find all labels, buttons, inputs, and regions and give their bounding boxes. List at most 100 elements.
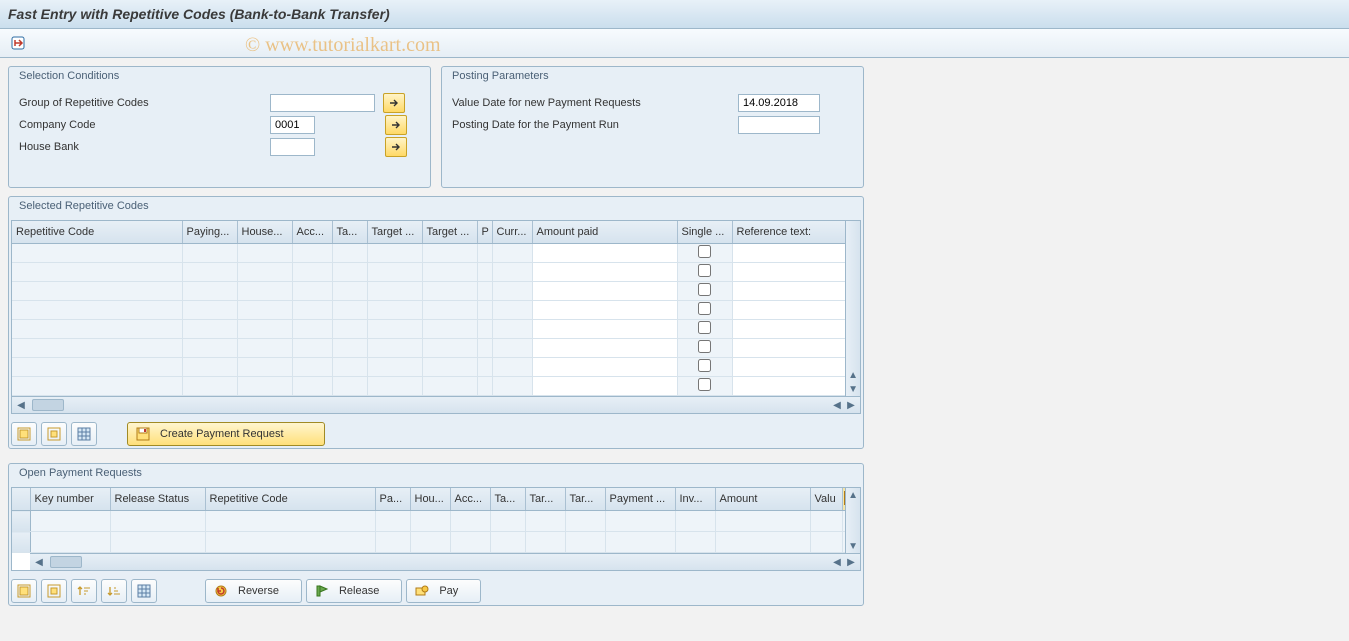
table-row[interactable]	[12, 301, 845, 320]
col-house[interactable]: House...	[237, 221, 292, 244]
amount-paid-input[interactable]	[535, 359, 675, 375]
reverse-button[interactable]: Reverse	[205, 579, 302, 603]
col-reference[interactable]: Reference text:	[732, 221, 845, 244]
col-target2[interactable]: Target ...	[422, 221, 477, 244]
group-codes-f4-button[interactable]	[383, 93, 405, 113]
selected-codes-table[interactable]: Repetitive Code Paying... House... Acc..…	[12, 221, 845, 396]
scroll-up-button[interactable]: ▲	[846, 488, 860, 502]
scroll-thumb[interactable]	[50, 556, 82, 568]
col-acc2[interactable]: Acc...	[450, 488, 490, 511]
col-amount[interactable]: Amount paid	[532, 221, 677, 244]
horizontal-scrollbar[interactable]: ◀ ◀ ▶	[12, 396, 860, 413]
col-release[interactable]: Release Status	[110, 488, 205, 511]
sort-asc-button[interactable]	[71, 579, 97, 603]
col-tar2[interactable]: Tar...	[565, 488, 605, 511]
reference-text-input[interactable]	[735, 283, 845, 299]
scroll-thumb[interactable]	[32, 399, 64, 411]
col-amount2[interactable]: Amount	[715, 488, 810, 511]
table-row[interactable]	[12, 320, 845, 339]
scroll-down-button[interactable]: ▼	[846, 539, 860, 553]
col-tar1[interactable]: Tar...	[525, 488, 565, 511]
reference-text-input[interactable]	[735, 340, 845, 356]
col-p[interactable]: P	[477, 221, 492, 244]
reference-text-input[interactable]	[735, 264, 845, 280]
select-all-button[interactable]	[11, 422, 37, 446]
table-row[interactable]	[12, 263, 845, 282]
horizontal-scrollbar[interactable]: ◀ ◀ ▶	[30, 553, 860, 570]
col-inv[interactable]: Inv...	[675, 488, 715, 511]
house-bank-input[interactable]	[270, 138, 315, 156]
select-all-button[interactable]	[11, 579, 37, 603]
table-row[interactable]	[12, 511, 845, 532]
amount-paid-input[interactable]	[535, 283, 675, 299]
scroll-down-button[interactable]: ▼	[846, 382, 860, 396]
reference-text-input[interactable]	[735, 245, 845, 261]
vertical-scrollbar[interactable]: ▲ ▼	[845, 221, 860, 396]
table-row[interactable]	[12, 339, 845, 358]
single-checkbox[interactable]	[698, 245, 711, 258]
row-selector[interactable]	[12, 532, 30, 553]
col-hou[interactable]: Hou...	[410, 488, 450, 511]
table-row[interactable]	[12, 358, 845, 377]
execute-button[interactable]	[6, 32, 30, 54]
amount-paid-input[interactable]	[535, 264, 675, 280]
amount-paid-input[interactable]	[535, 340, 675, 356]
scroll-left2-button[interactable]: ◀	[830, 398, 844, 412]
house-bank-f4-button[interactable]	[385, 137, 407, 157]
col-payment[interactable]: Payment ...	[605, 488, 675, 511]
single-checkbox[interactable]	[698, 340, 711, 353]
single-checkbox[interactable]	[698, 378, 711, 391]
table-row[interactable]	[12, 282, 845, 301]
amount-paid-input[interactable]	[535, 302, 675, 318]
col-single[interactable]: Single ...	[677, 221, 732, 244]
company-code-f4-button[interactable]	[385, 115, 407, 135]
row-selector-header[interactable]	[12, 488, 30, 511]
pay-button[interactable]: Pay	[406, 579, 481, 603]
col-pa[interactable]: Pa...	[375, 488, 410, 511]
table-settings-button[interactable]	[131, 579, 157, 603]
table-row[interactable]	[12, 244, 845, 263]
reference-text-input[interactable]	[735, 359, 845, 375]
reference-text-input[interactable]	[735, 378, 845, 394]
single-checkbox[interactable]	[698, 359, 711, 372]
open-payment-requests-table[interactable]: Key number Release Status Repetitive Cod…	[12, 488, 845, 553]
posting-date-input[interactable]	[738, 116, 820, 134]
single-checkbox[interactable]	[698, 283, 711, 296]
scroll-right-button[interactable]: ▶	[844, 555, 858, 569]
scroll-left2-button[interactable]: ◀	[830, 555, 844, 569]
amount-paid-input[interactable]	[535, 245, 675, 261]
col-paying[interactable]: Paying...	[182, 221, 237, 244]
sort-desc-button[interactable]	[101, 579, 127, 603]
single-checkbox[interactable]	[698, 302, 711, 315]
deselect-all-button[interactable]	[41, 579, 67, 603]
table-row[interactable]	[12, 532, 845, 553]
scroll-right-button[interactable]: ▶	[844, 398, 858, 412]
table-settings-button[interactable]	[71, 422, 97, 446]
scroll-left-button[interactable]: ◀	[14, 398, 28, 412]
col-target1[interactable]: Target ...	[367, 221, 422, 244]
amount-paid-input[interactable]	[535, 378, 675, 394]
reference-text-input[interactable]	[735, 302, 845, 318]
col-key[interactable]: Key number	[30, 488, 110, 511]
reference-text-input[interactable]	[735, 321, 845, 337]
vertical-scrollbar[interactable]: ▲ ▼	[845, 488, 860, 553]
col-repcode[interactable]: Repetitive Code	[205, 488, 375, 511]
release-button[interactable]: Release	[306, 579, 402, 603]
col-curr[interactable]: Curr...	[492, 221, 532, 244]
scroll-up-button[interactable]: ▲	[846, 368, 860, 382]
col-acc[interactable]: Acc...	[292, 221, 332, 244]
col-valu[interactable]: Valu	[810, 488, 842, 511]
create-payment-request-button[interactable]: Create Payment Request	[127, 422, 325, 446]
deselect-all-button[interactable]	[41, 422, 67, 446]
single-checkbox[interactable]	[698, 321, 711, 334]
table-row[interactable]	[12, 377, 845, 396]
col-repetitive-code[interactable]: Repetitive Code	[12, 221, 182, 244]
single-checkbox[interactable]	[698, 264, 711, 277]
amount-paid-input[interactable]	[535, 321, 675, 337]
value-date-input[interactable]	[738, 94, 820, 112]
scroll-left-button[interactable]: ◀	[32, 555, 46, 569]
col-ta[interactable]: Ta...	[332, 221, 367, 244]
row-selector[interactable]	[12, 511, 30, 532]
group-codes-input[interactable]	[270, 94, 375, 112]
company-code-input[interactable]	[270, 116, 315, 134]
